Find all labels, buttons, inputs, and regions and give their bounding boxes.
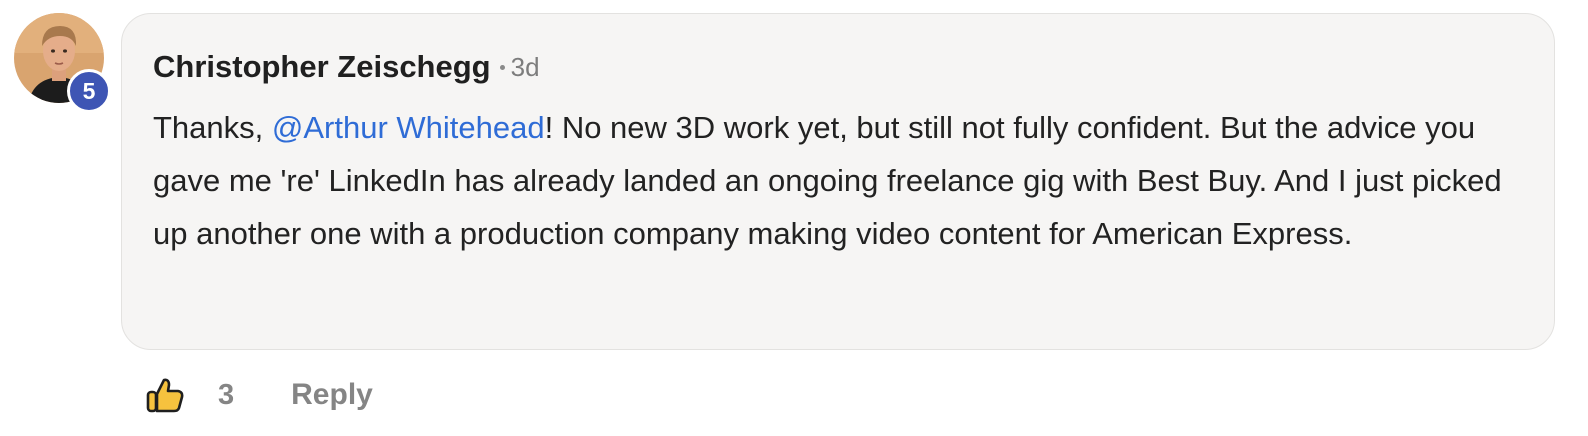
comment-text: Thanks, @Arthur Whitehead! No new 3D wor… [153, 101, 1525, 260]
level-badge: 5 [67, 69, 111, 113]
like-button[interactable] [145, 375, 185, 415]
thumbs-up-icon [146, 378, 184, 413]
like-count: 3 [218, 378, 235, 411]
comment-meta: Christopher Zeischegg 3d [153, 47, 540, 87]
timestamp: 3d [510, 52, 540, 82]
comment-text-start: Thanks, [153, 110, 272, 145]
separator-dot [499, 64, 505, 70]
user-mention[interactable]: @Arthur Whitehead [272, 110, 545, 145]
comment-bubble: Christopher Zeischegg 3d Thanks, @Arthur … [121, 13, 1555, 350]
comment-actions: 3 Reply [145, 372, 373, 418]
reply-button[interactable]: Reply [291, 378, 373, 412]
author-name[interactable]: Christopher Zeischegg [153, 49, 491, 84]
